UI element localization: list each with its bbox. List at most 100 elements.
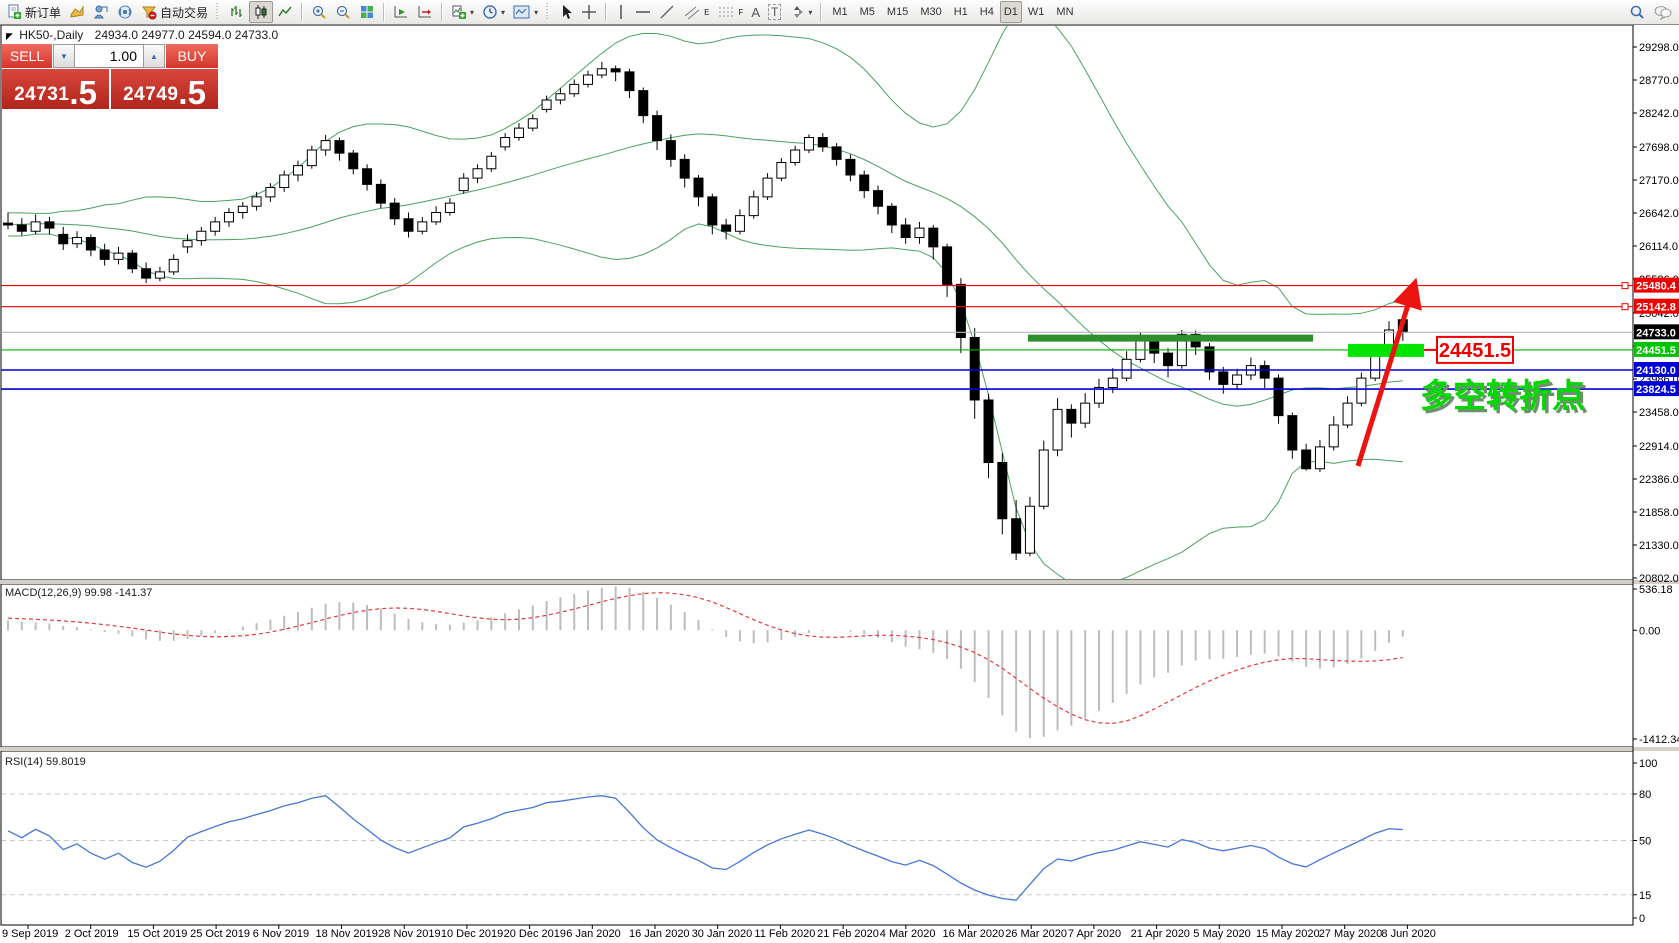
trendline-button[interactable] [655,1,679,23]
timeframe-m5[interactable]: M5 [854,1,881,23]
timeframe-m1[interactable]: M1 [826,1,853,23]
candle-body [1233,375,1242,384]
date-tick-label: 28 Nov 2019 [378,928,440,940]
candle-body [777,163,786,179]
horizontal-line-icon [635,4,651,20]
templates-button[interactable]: ▾ [509,1,542,23]
market-watch-button[interactable] [89,1,113,23]
sell-price-fraction: .5 [69,80,97,106]
timeframe-w1[interactable]: W1 [1022,1,1051,23]
buy-price-main: 24749 [123,84,178,106]
fibonacci-button[interactable]: F [713,1,747,23]
candle-body [100,250,109,259]
level-marker[interactable] [1622,283,1628,289]
one-click-trading-panel: SELL ▼ ▲ BUY 24731 .5 24749 .5 [2,44,218,109]
candle-body [722,225,731,231]
channel-sub-glyph: E [704,8,709,17]
candle-body [17,225,26,231]
line-chart-button[interactable] [273,1,297,23]
sell-button[interactable]: SELL [2,44,53,68]
price-tick-label: 26642.0 [1639,208,1679,220]
templates-icon [513,4,531,20]
new-order-button[interactable]: 新订单 [2,1,65,23]
chart-profile-icon [69,4,85,20]
candle-body [639,91,648,116]
vertical-line-button[interactable] [611,1,631,23]
timeframe-d1[interactable]: D1 [1000,1,1022,23]
volume-decrease-button[interactable]: ▼ [53,44,75,68]
arrows-tool-button[interactable]: ▾ [785,1,816,23]
equidistant-channel-icon [683,4,701,20]
volume-input[interactable] [75,44,143,68]
timeframe-m30[interactable]: M30 [914,1,947,23]
autoscroll-button[interactable] [389,1,413,23]
candle-body [1219,372,1228,385]
date-tick-label: 10 Dec 2019 [441,928,503,940]
macd-tick-label: 536.18 [1639,584,1673,596]
candle-body [238,206,247,212]
timeframe-mn[interactable]: MN [1050,1,1079,23]
main-toolbar: 新订单 自动交易 [0,0,1679,25]
annotation-text[interactable]: 多空转折点 [1420,377,1585,414]
chart-profile-button[interactable] [65,1,89,23]
timeframe-m15[interactable]: M15 [881,1,914,23]
toolbar-drag-handle[interactable] [216,3,221,21]
candle-body [1205,347,1214,372]
zoom-in-button[interactable] [307,1,331,23]
timeframe-h1[interactable]: H1 [948,1,974,23]
bar-chart-button[interactable] [225,1,249,23]
candle-body [294,166,303,175]
rsi-tick-label: 0 [1639,913,1645,925]
candle-body [307,150,316,166]
price-badge-text: 25142.8 [1636,302,1676,314]
date-tick-label: 2 Oct 2019 [65,928,119,940]
autotrade-button[interactable]: 自动交易 [137,1,212,23]
periods-clock-icon [482,4,498,20]
date-tick-label: 11 Feb 2020 [754,928,815,940]
date-tick-label: 15 Oct 2019 [127,928,187,940]
equidistant-channel-button[interactable]: E [679,1,713,23]
candlestick-chart-button[interactable] [249,1,273,23]
cursor-button[interactable] [555,1,577,23]
sell-price-button[interactable]: 24731 .5 [2,69,109,109]
indicators-button[interactable]: ▾ [447,1,478,23]
zoom-out-button[interactable] [331,1,355,23]
timeframe-h4[interactable]: H4 [974,1,1000,23]
price-badge-text: 23824.5 [1636,384,1676,396]
highlight-zone[interactable] [1348,344,1424,357]
text-label-button[interactable]: T [764,1,785,23]
search-icon[interactable] [1629,4,1645,20]
volume-increase-button[interactable]: ▲ [143,44,165,68]
tile-windows-button[interactable] [355,1,379,23]
candle-body [31,222,40,231]
periods-button[interactable]: ▾ [478,1,509,23]
chart-area[interactable]: 24451.5多空转折点多空转折点29298.028770.028242.027… [0,0,1679,943]
horizontal-line-button[interactable] [631,1,655,23]
autoscroll-icon [393,4,409,20]
candle-body [1315,447,1324,469]
price-tick-label: 22386.0 [1639,474,1679,486]
buy-button[interactable]: BUY [165,44,218,68]
pane-border [1,751,1633,925]
candle-body [169,259,178,272]
date-tick-label: 16 Jan 2020 [629,928,690,940]
signals-button[interactable] [113,1,137,23]
candle-body [376,184,385,203]
date-tick-label: 18 Nov 2019 [316,928,378,940]
candlestick-chart-icon [253,4,269,20]
candle-body [1357,378,1366,403]
chart-shift-button[interactable] [413,1,437,23]
macd-tick-label: -1412.34 [1639,734,1679,746]
candle-body [335,141,344,154]
buy-price-button[interactable]: 24749 .5 [111,69,218,109]
candle-body [818,138,827,147]
fibo-sub-glyph: F [738,8,743,17]
rsi-tick-label: 100 [1639,758,1657,770]
timeframe-group: M1 M5 M15 M30 H1 H4 D1 W1 MN [824,0,1081,24]
level-marker[interactable] [1622,304,1628,310]
text-tool-button[interactable]: A [747,1,764,23]
crosshair-button[interactable] [577,1,601,23]
candle-body [128,253,137,269]
toolbar-drag-handle[interactable] [546,3,551,21]
chat-icon[interactable] [1653,4,1673,20]
